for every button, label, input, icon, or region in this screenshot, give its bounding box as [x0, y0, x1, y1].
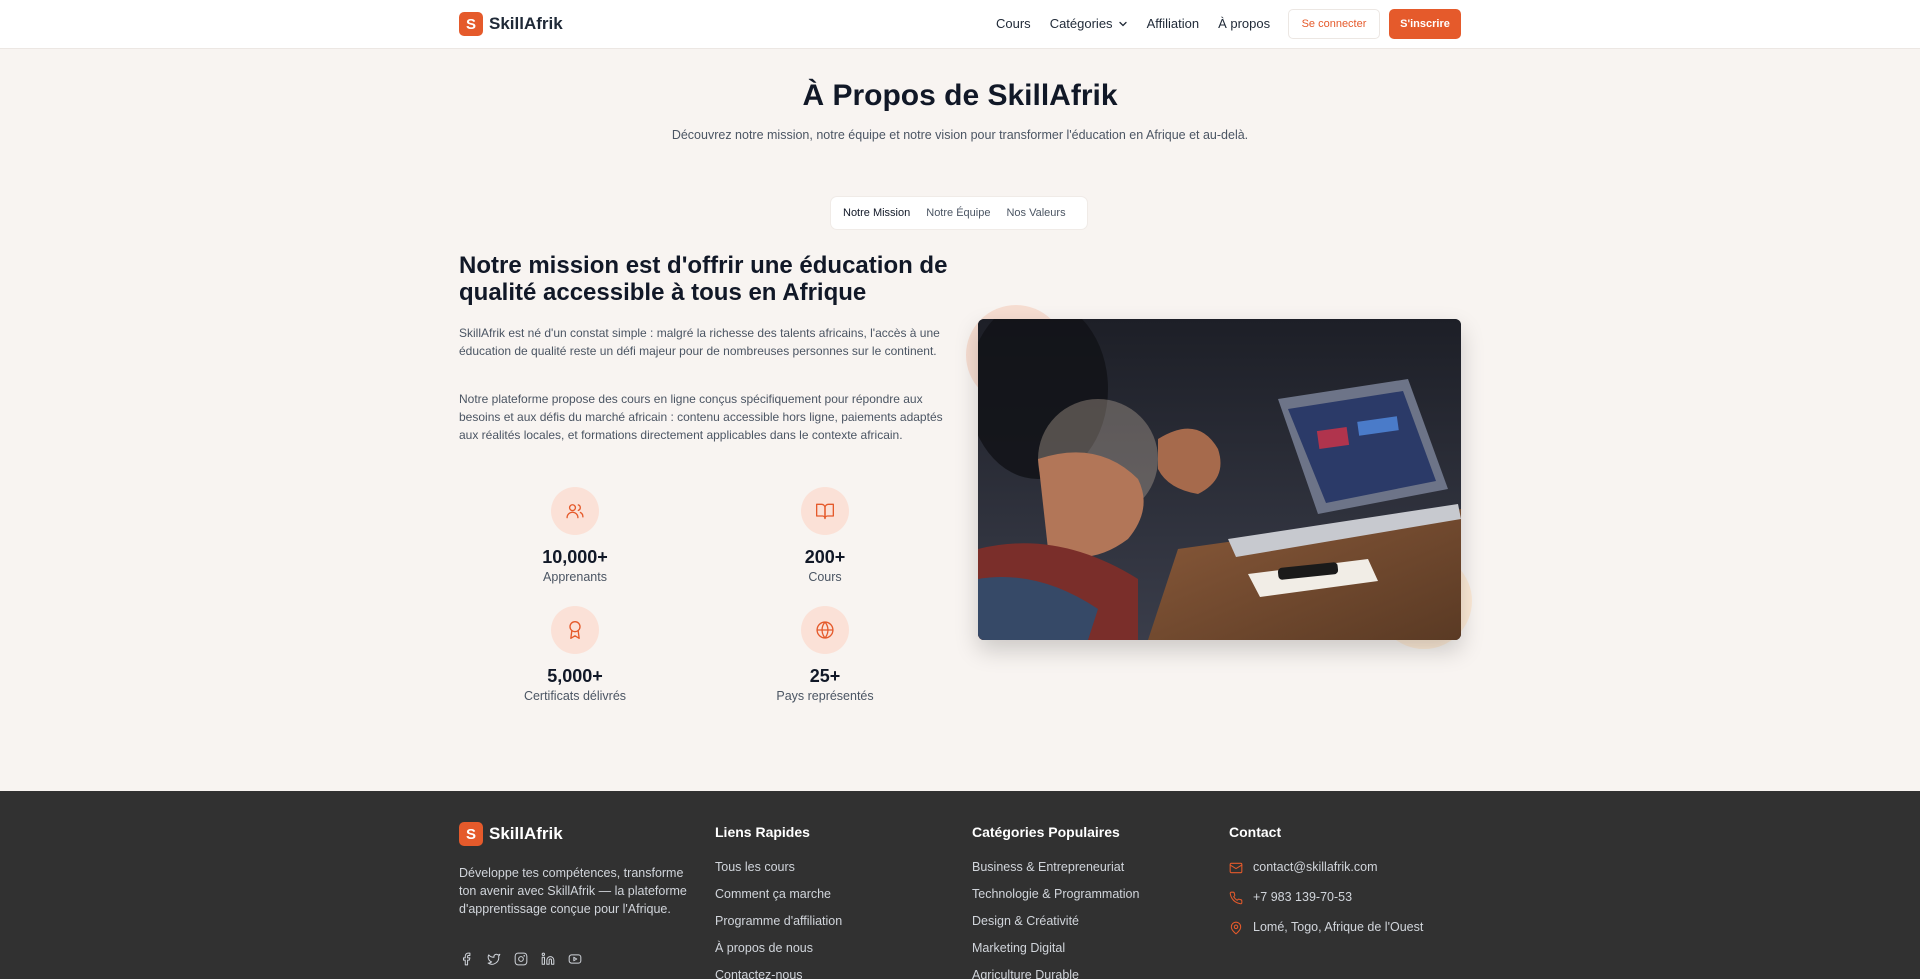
footer-link[interactable]: Comment ça marche	[715, 887, 842, 902]
contact-phone[interactable]: +7 983 139-70-53	[1229, 890, 1423, 905]
footer-link[interactable]: Technologie & Programmation	[972, 887, 1139, 902]
mission-heading: Notre mission est d'offrir une éducation…	[459, 252, 948, 306]
instagram-icon[interactable]	[513, 951, 528, 966]
footer-link[interactable]: Contactez-nous	[715, 968, 842, 979]
stat-card-certificats: 5,000+ Certificats délivrés	[500, 606, 650, 703]
tab-nos-valeurs[interactable]: Nos Valeurs	[998, 201, 1073, 225]
stat-value: 10,000+	[542, 547, 608, 567]
youtube-icon[interactable]	[567, 951, 582, 966]
footer-link[interactable]: Programme d'affiliation	[715, 914, 842, 929]
footer-description: Développe tes compétences, transforme to…	[459, 866, 687, 916]
footer-link[interactable]: À propos de nous	[715, 941, 842, 956]
book-open-icon	[816, 503, 834, 520]
page-subtitle: Découvrez notre mission, notre équipe et…	[671, 128, 1249, 142]
users-icon	[566, 504, 584, 519]
stat-value: 200+	[804, 547, 846, 567]
contact-email-text: contact@skillafrik.com	[1253, 860, 1378, 874]
footer-column-title: Contact	[1229, 824, 1282, 840]
linkedin-icon[interactable]	[540, 951, 555, 966]
brand-logo-mark: S	[459, 822, 483, 846]
team-meeting-photo	[978, 319, 1461, 640]
contact-email[interactable]: contact@skillafrik.com	[1229, 860, 1423, 875]
stat-icon-circle	[801, 606, 849, 654]
login-button[interactable]: Se connecter	[1288, 9, 1380, 39]
footer-brand[interactable]: S SkillAfrik	[459, 822, 563, 846]
contact-address: Lomé, Togo, Afrique de l'Ouest	[1229, 920, 1423, 935]
footer-contact: Contact contact@skillafrik.com +7 983 13…	[1229, 824, 1423, 950]
social-links	[459, 951, 582, 966]
contact-address-text: Lomé, Togo, Afrique de l'Ouest	[1253, 920, 1424, 934]
footer-column-title: Liens Rapides	[715, 824, 810, 840]
footer-quick-links: Liens Rapides Tous les cours Comment ça …	[715, 824, 842, 979]
nav-link-affiliation[interactable]: Affiliation	[1147, 16, 1200, 31]
stat-icon-circle	[551, 487, 599, 535]
photo-illustration	[978, 319, 1461, 640]
brand-logo-link[interactable]: S SkillAfrik	[459, 12, 563, 36]
nav-link-a-propos[interactable]: À propos	[1218, 16, 1270, 31]
stat-label: Apprenants	[543, 570, 607, 584]
footer-link[interactable]: Agriculture Durable	[972, 968, 1139, 979]
facebook-icon[interactable]	[459, 951, 474, 966]
about-tabs: Notre Mission Notre Équipe Nos Valeurs	[831, 197, 1087, 229]
top-navbar: S SkillAfrik Cours Catégories Affiliatio…	[0, 0, 1920, 49]
signup-button[interactable]: S'inscrire	[1389, 9, 1461, 39]
mail-icon	[1229, 862, 1243, 873]
nav-link-cours[interactable]: Cours	[996, 16, 1031, 31]
footer-link[interactable]: Tous les cours	[715, 860, 842, 875]
mission-paragraph-1: SkillAfrik est né d'un constat simple : …	[459, 326, 940, 358]
brand-name: SkillAfrik	[489, 14, 563, 33]
tab-notre-mission[interactable]: Notre Mission	[835, 201, 918, 225]
award-icon	[569, 621, 581, 639]
stat-icon-circle	[801, 487, 849, 535]
nav-link-label: À propos	[1218, 16, 1271, 31]
stat-card-apprenants: 10,000+ Apprenants	[500, 487, 650, 584]
footer-column-title: Catégories Populaires	[972, 824, 1120, 840]
stat-value: 25+	[809, 666, 841, 686]
chevron-down-icon	[1118, 21, 1127, 26]
brand-name: SkillAfrik	[489, 824, 563, 843]
stat-value: 5,000+	[547, 666, 603, 686]
stat-label: Pays représentés	[776, 689, 874, 703]
mission-paragraph-2: Notre plateforme propose des cours en li…	[459, 392, 943, 442]
stat-card-cours: 200+ Cours	[750, 487, 900, 584]
footer-link[interactable]: Marketing Digital	[972, 941, 1139, 956]
main-nav: Cours Catégories Affiliation À propos	[996, 16, 1289, 31]
tab-notre-equipe[interactable]: Notre Équipe	[918, 201, 998, 225]
brand-logo-mark: S	[459, 12, 483, 36]
site-footer: S SkillAfrik Développe tes compétences, …	[0, 791, 1920, 979]
map-pin-icon	[1230, 921, 1242, 934]
footer-link[interactable]: Business & Entrepreneuriat	[972, 860, 1139, 875]
footer-popular-categories: Catégories Populaires Business & Entrepr…	[972, 824, 1139, 979]
contact-phone-text: +7 983 139-70-53	[1253, 890, 1353, 904]
stat-label: Certificats délivrés	[523, 689, 627, 703]
twitter-icon[interactable]	[486, 951, 501, 966]
stat-icon-circle	[551, 606, 599, 654]
footer-link[interactable]: Design & Créativité	[972, 914, 1139, 929]
stat-label: Cours	[808, 570, 842, 584]
nav-link-label: Affiliation	[1146, 16, 1200, 31]
nav-link-label: Catégories	[1049, 16, 1113, 31]
nav-link-categories[interactable]: Catégories	[1050, 16, 1128, 31]
globe-icon	[816, 621, 834, 639]
nav-link-label: Cours	[996, 16, 1031, 31]
page-title: À Propos de SkillAfrik	[802, 79, 1118, 112]
stat-card-pays: 25+ Pays représentés	[750, 606, 900, 703]
phone-icon	[1229, 891, 1243, 904]
